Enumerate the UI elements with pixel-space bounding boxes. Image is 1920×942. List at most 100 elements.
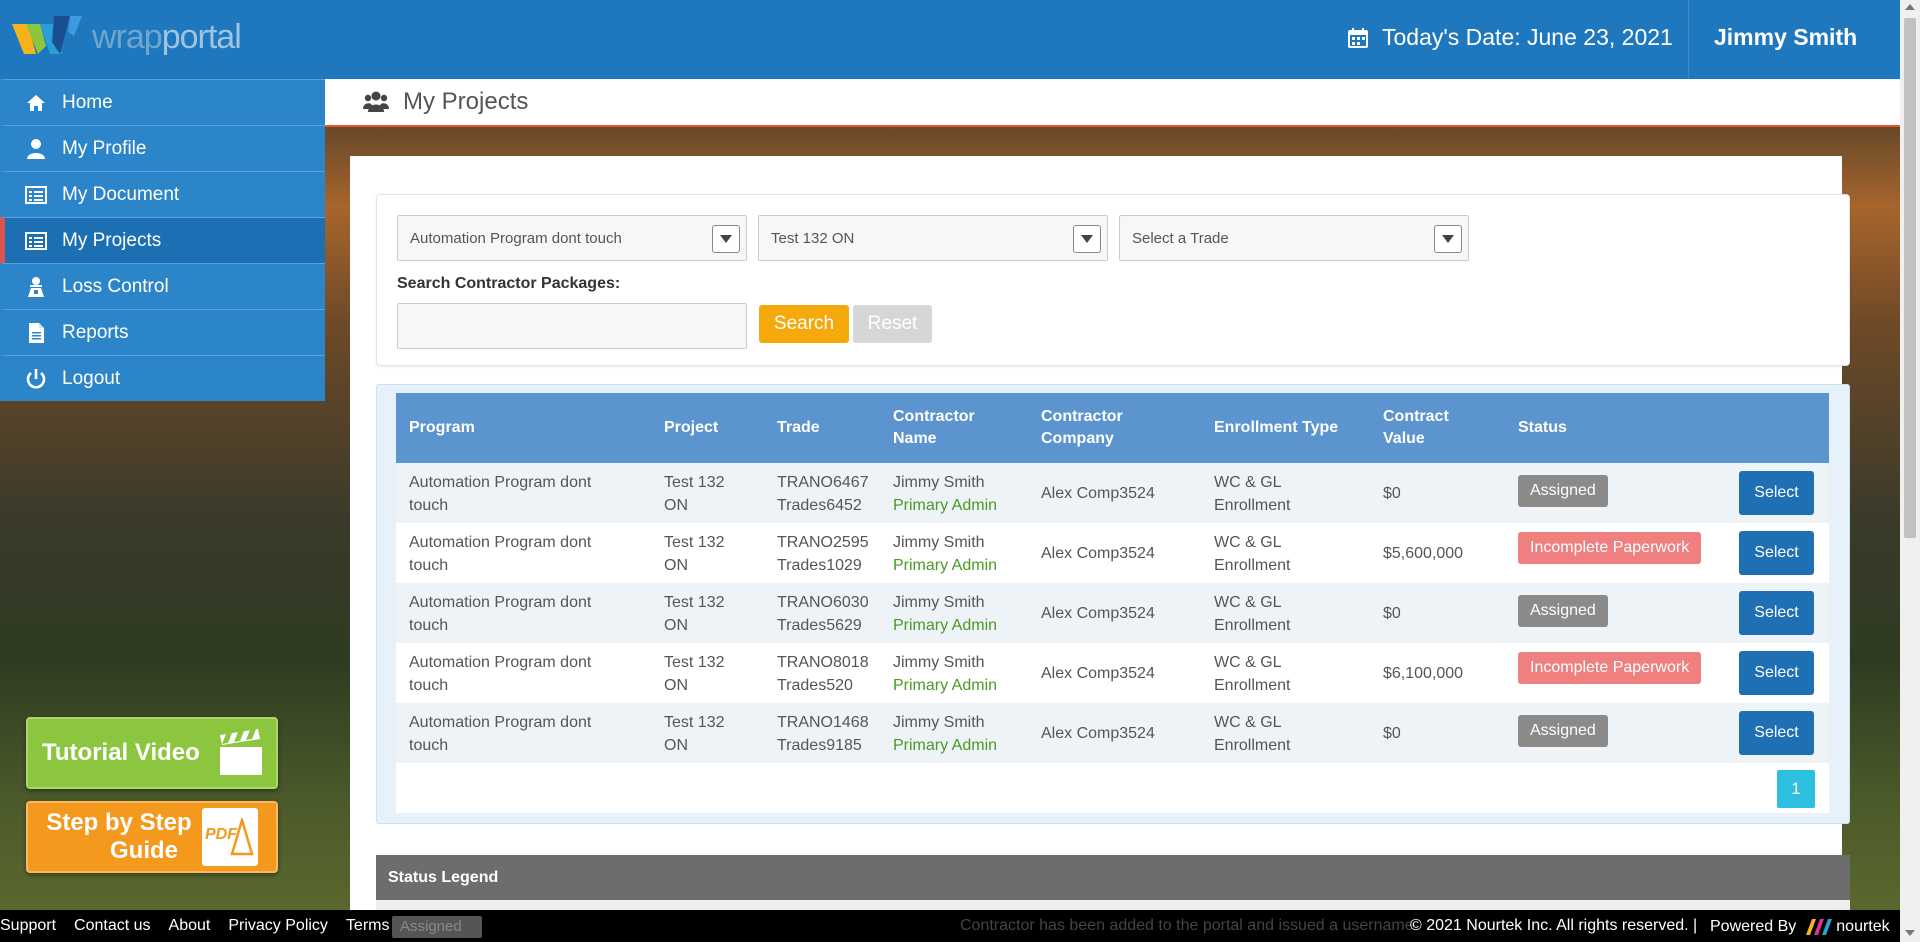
cell-program: Automation Program dont touch bbox=[409, 654, 592, 694]
col-project[interactable]: Project bbox=[664, 393, 718, 463]
col-contractor-company[interactable]: Contractor Company bbox=[1041, 393, 1123, 463]
cell-contractor-company: Alex Comp3524 bbox=[1041, 604, 1155, 622]
tutorial-video-button[interactable]: Tutorial Video bbox=[26, 717, 278, 789]
chevron-down-icon[interactable] bbox=[1073, 225, 1101, 253]
cell-contractor-company: Alex Comp3524 bbox=[1041, 544, 1155, 562]
top-header: wrapportal Today's Date: June 23, 2021 J… bbox=[0, 0, 1900, 79]
footer-link-privacy-policy[interactable]: Privacy Policy bbox=[228, 917, 328, 935]
filter-panel: Automation Program dont touch Test 132 O… bbox=[376, 194, 1850, 366]
trade-select[interactable]: Select a Trade bbox=[1119, 215, 1469, 261]
cell-contractor-name: Jimmy Smith Primary Admin bbox=[893, 594, 998, 634]
cell-program: Automation Program dont touch bbox=[409, 534, 592, 574]
report-file-icon bbox=[25, 322, 47, 344]
cell-contractor-name: Jimmy Smith Primary Admin bbox=[893, 714, 998, 754]
status-badge: Assigned bbox=[1518, 715, 1608, 747]
cell-program: Automation Program dont touch bbox=[409, 594, 592, 634]
today-date-label: Today's Date: June 23, 2021 bbox=[1382, 24, 1673, 50]
page-1-button[interactable]: 1 bbox=[1777, 770, 1815, 808]
sidebar-item-home[interactable]: Home bbox=[0, 79, 325, 125]
status-badge: Assigned bbox=[1518, 595, 1608, 627]
nourtek-logo-icon bbox=[1806, 919, 1833, 935]
trade-select-placeholder: Select a Trade bbox=[1132, 230, 1229, 247]
sidebar-nav: Home My Profile My Document My Projects … bbox=[0, 79, 325, 401]
sidebar-item-label: My Projects bbox=[62, 229, 162, 251]
pagination: 1 bbox=[396, 763, 1829, 813]
legend-description-partial: Contractor has been added to the portal … bbox=[960, 917, 1414, 934]
home-icon bbox=[25, 92, 47, 114]
cell-trade: TRANO2595 Trades1029 bbox=[777, 534, 869, 574]
cell-enrollment-type: WC & GL Enrollment bbox=[1214, 594, 1291, 634]
projects-list-icon bbox=[25, 230, 47, 252]
program-select[interactable]: Automation Program dont touch bbox=[397, 215, 747, 261]
cell-contractor-name: Jimmy Smith Primary Admin bbox=[893, 474, 998, 514]
search-button[interactable]: Search bbox=[759, 305, 849, 343]
sidebar-item-reports[interactable]: Reports bbox=[0, 309, 325, 355]
footer-link-support[interactable]: Support bbox=[0, 917, 56, 935]
wrapportal-logo[interactable]: wrapportal bbox=[12, 12, 242, 62]
col-trade[interactable]: Trade bbox=[777, 393, 820, 463]
status-badge: Assigned bbox=[1518, 475, 1608, 507]
page-scrollbar[interactable] bbox=[1900, 0, 1920, 942]
cell-contract-value: $0 bbox=[1383, 604, 1401, 622]
chevron-down-icon[interactable] bbox=[1434, 225, 1462, 253]
page-title: My Projects bbox=[403, 88, 529, 115]
sidebar-item-my-profile[interactable]: My Profile bbox=[0, 125, 325, 171]
sidebar-item-my-projects[interactable]: My Projects bbox=[0, 217, 325, 263]
sidebar-item-my-document[interactable]: My Document bbox=[0, 171, 325, 217]
powered-by[interactable]: Powered By nourtek bbox=[1710, 917, 1890, 937]
nourtek-brand: nourtek bbox=[1836, 918, 1890, 935]
col-status[interactable]: Status bbox=[1518, 393, 1567, 463]
power-icon bbox=[25, 368, 47, 390]
guide-label: Step by Step Guide bbox=[46, 809, 192, 864]
logo-mark-icon bbox=[12, 16, 82, 54]
cell-project: Test 132 ON bbox=[664, 654, 725, 694]
table-row: Automation Program dont touch Test 132 ON … bbox=[396, 463, 1829, 523]
table-header: Program Project Trade Contractor Name Con… bbox=[396, 393, 1829, 463]
cell-project: Test 132 ON bbox=[664, 534, 725, 574]
cell-contractor-company: Alex Comp3524 bbox=[1041, 664, 1155, 682]
footer-link-about[interactable]: About bbox=[169, 917, 211, 935]
chevron-down-icon[interactable] bbox=[712, 225, 740, 253]
cell-project: Test 132 ON bbox=[664, 594, 725, 634]
main-panel: Automation Program dont touch Test 132 O… bbox=[350, 156, 1850, 916]
col-enrollment-type[interactable]: Enrollment Type bbox=[1214, 393, 1338, 463]
select-button[interactable]: Select bbox=[1739, 471, 1814, 515]
cell-enrollment-type: WC & GL Enrollment bbox=[1214, 714, 1291, 754]
user-name-menu[interactable]: Jimmy Smith bbox=[1714, 24, 1857, 51]
step-by-step-guide-button[interactable]: Step by Step Guide PDF bbox=[26, 801, 278, 873]
select-button[interactable]: Select bbox=[1739, 711, 1814, 755]
col-contract-value[interactable]: Contract Value bbox=[1383, 393, 1449, 463]
sidebar-item-label: Home bbox=[62, 91, 113, 113]
cell-enrollment-type: WC & GL Enrollment bbox=[1214, 654, 1291, 694]
footer-link-contact-us[interactable]: Contact us bbox=[74, 917, 150, 935]
sidebar-item-label: My Document bbox=[62, 183, 180, 205]
scrollbar-thumb[interactable] bbox=[1904, 18, 1916, 538]
cell-program: Automation Program dont touch bbox=[409, 714, 592, 754]
table-row: Automation Program dont touch Test 132 ON … bbox=[396, 643, 1829, 703]
search-input[interactable] bbox=[397, 303, 747, 349]
scroll-up-arrow-icon[interactable] bbox=[1905, 4, 1915, 10]
cell-program: Automation Program dont touch bbox=[409, 474, 592, 514]
status-badge: Incomplete Paperwork bbox=[1518, 652, 1702, 684]
col-program[interactable]: Program bbox=[409, 393, 475, 463]
reset-button[interactable]: Reset bbox=[853, 305, 932, 343]
cell-contractor-name: Jimmy Smith Primary Admin bbox=[893, 654, 998, 694]
project-select-value: Test 132 ON bbox=[771, 230, 855, 247]
page-header: My Projects bbox=[325, 79, 1900, 127]
select-button[interactable]: Select bbox=[1739, 651, 1814, 695]
col-contractor-name[interactable]: Contractor Name bbox=[893, 393, 975, 463]
calendar-icon bbox=[1348, 27, 1368, 48]
legend-badge-partial: Assigned bbox=[392, 916, 482, 938]
scroll-down-arrow-icon[interactable] bbox=[1905, 930, 1915, 936]
select-button[interactable]: Select bbox=[1739, 591, 1814, 635]
select-button[interactable]: Select bbox=[1739, 531, 1814, 575]
project-select[interactable]: Test 132 ON bbox=[758, 215, 1108, 261]
cell-trade: TRANO1468 Trades9185 bbox=[777, 714, 869, 754]
sidebar-item-logout[interactable]: Logout bbox=[0, 355, 325, 401]
sidebar-item-label: Loss Control bbox=[62, 275, 169, 297]
clapperboard-icon bbox=[219, 729, 262, 775]
sidebar-item-loss-control[interactable]: Loss Control bbox=[0, 263, 325, 309]
status-badge: Incomplete Paperwork bbox=[1518, 532, 1702, 564]
cell-enrollment-type: WC & GL Enrollment bbox=[1214, 474, 1291, 514]
copyright: © 2021 Nourtek Inc. All rights reserved.… bbox=[1410, 917, 1698, 934]
